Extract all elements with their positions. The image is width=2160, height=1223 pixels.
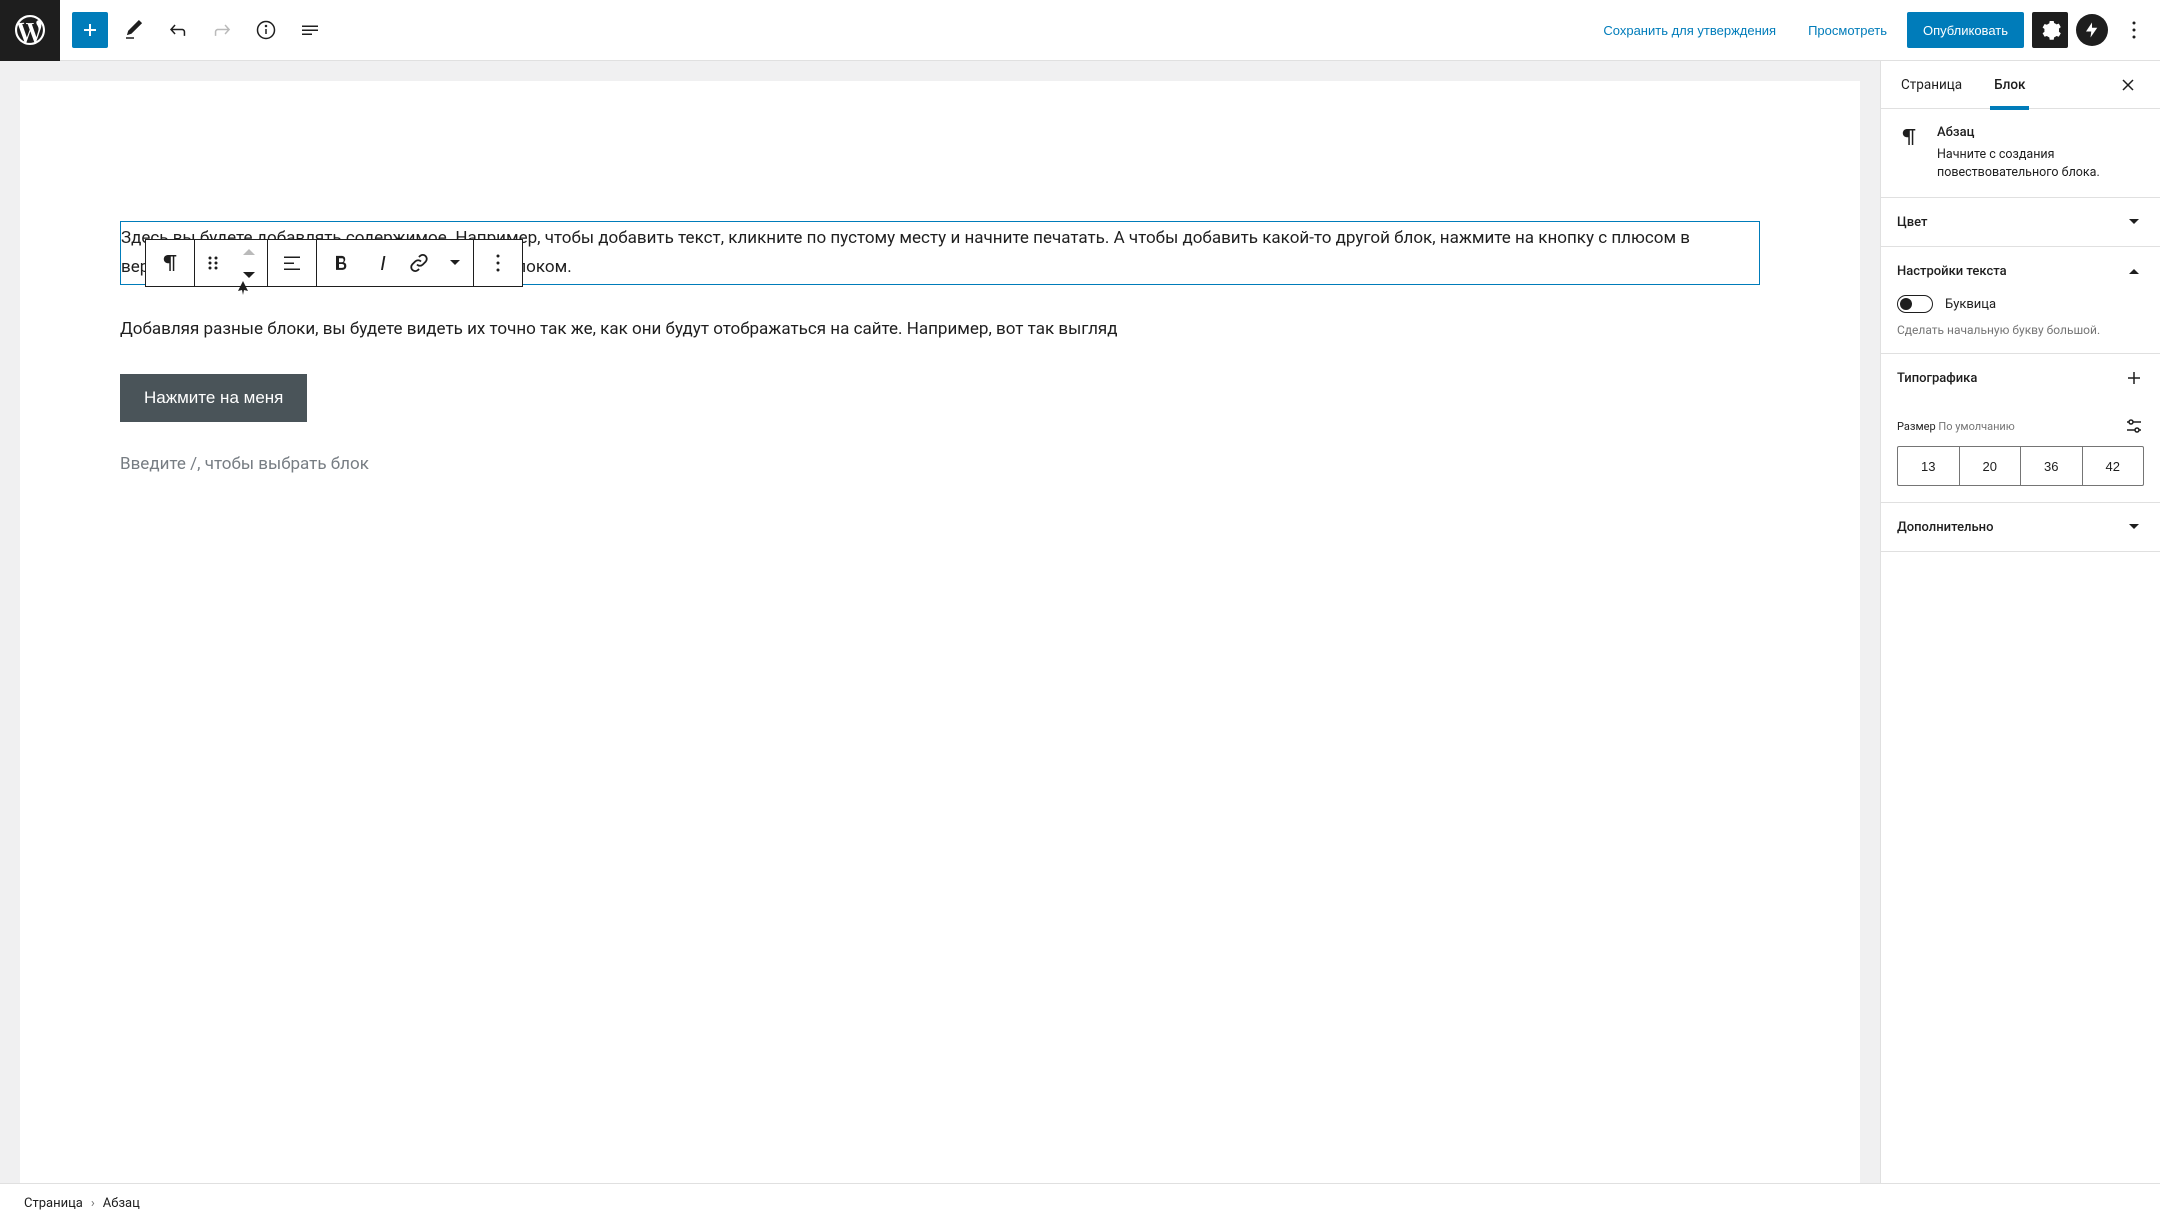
breadcrumb-footer: Страница › Абзац [0, 1183, 2160, 1223]
paragraph-block-2[interactable]: Добавляя разные блоки, вы будете видеть … [120, 313, 1760, 346]
panel-typography[interactable]: Типографика [1881, 354, 2160, 402]
block-type-paragraph-icon[interactable] [146, 240, 194, 286]
info-button[interactable] [248, 12, 284, 48]
tab-block[interactable]: Блок [1990, 61, 2029, 109]
top-toolbar: Сохранить для утверждения Просмотреть Оп… [0, 0, 2160, 61]
dropcap-toggle[interactable] [1897, 295, 1933, 313]
chevron-up-icon [2124, 261, 2144, 281]
close-sidebar-button[interactable] [2112, 69, 2144, 101]
chevron-down-icon [2124, 517, 2144, 537]
dropcap-label: Буквица [1945, 297, 1996, 312]
move-up-button[interactable] [231, 240, 267, 263]
more-formatting-button[interactable] [437, 240, 473, 286]
bold-button[interactable] [317, 240, 365, 286]
tab-page[interactable]: Страница [1897, 61, 1966, 109]
crumb-page[interactable]: Страница [24, 1196, 83, 1211]
link-button[interactable] [401, 240, 437, 286]
block-toolbar [145, 239, 523, 287]
save-draft-button[interactable]: Сохранить для утверждения [1591, 12, 1788, 48]
font-size-20[interactable]: 20 [1960, 447, 2022, 485]
page-surface: Здесь вы будете добавлять содержимое. На… [20, 81, 1860, 1183]
publish-button[interactable]: Опубликовать [1907, 12, 2024, 48]
redo-button[interactable] [204, 12, 240, 48]
crumb-block[interactable]: Абзац [103, 1196, 140, 1211]
undo-button[interactable] [160, 12, 196, 48]
italic-button[interactable] [365, 240, 401, 286]
list-view-button[interactable] [292, 12, 328, 48]
settings-sidebar: Страница Блок Абзац Начните с создания п… [1880, 61, 2160, 1183]
plus-icon [2124, 368, 2144, 388]
settings-sliders-icon[interactable] [2124, 416, 2144, 436]
jetpack-button[interactable] [2076, 14, 2108, 46]
size-default: По умолчанию [1938, 420, 2014, 433]
chevron-down-icon [2124, 212, 2144, 232]
editor-canvas[interactable]: Здесь вы будете добавлять содержимое. На… [0, 61, 1880, 1183]
font-size-42[interactable]: 42 [2083, 447, 2144, 485]
dropcap-help: Сделать начальную букву большой. [1897, 323, 2144, 337]
add-block-button[interactable] [72, 12, 108, 48]
paragraph-icon [1897, 125, 1921, 181]
drag-handle-icon[interactable] [195, 240, 231, 286]
preview-button[interactable]: Просмотреть [1796, 12, 1899, 48]
align-button[interactable] [268, 240, 316, 286]
panel-text-settings[interactable]: Настройки текста [1881, 247, 2160, 295]
content-button[interactable]: Нажмите на меня [120, 374, 307, 422]
settings-button[interactable] [2032, 12, 2068, 48]
block-more-options-button[interactable] [474, 240, 522, 286]
crumb-separator-icon: › [91, 1196, 95, 1211]
font-size-buttons: 13 20 36 42 [1897, 446, 2144, 486]
block-appender-placeholder[interactable]: Введите /, чтобы выбрать блок [120, 454, 1760, 474]
size-label: Размер [1897, 420, 1936, 433]
panel-advanced[interactable]: Дополнительно [1881, 503, 2160, 551]
more-options-button[interactable] [2116, 12, 2152, 48]
panel-color[interactable]: Цвет [1881, 198, 2160, 246]
block-title: Абзац [1937, 125, 2144, 140]
move-down-button[interactable] [231, 263, 267, 286]
wordpress-logo[interactable] [0, 0, 60, 61]
edit-mode-button[interactable] [116, 12, 152, 48]
font-size-13[interactable]: 13 [1898, 447, 1960, 485]
font-size-36[interactable]: 36 [2021, 447, 2083, 485]
block-description: Начните с создания повествовательного бл… [1937, 146, 2144, 181]
